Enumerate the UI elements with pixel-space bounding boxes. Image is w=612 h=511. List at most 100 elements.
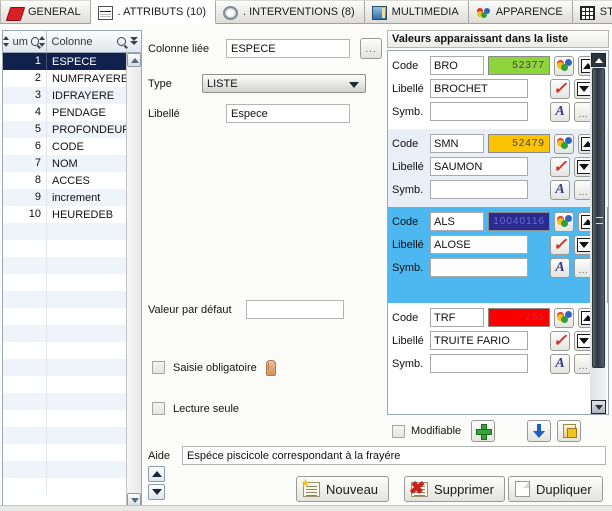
hand-pointer-icon [265, 360, 276, 376]
list-item[interactable]: 1 ESPECE [3, 53, 141, 70]
dupliquer-button[interactable]: Dupliquer [508, 476, 603, 502]
import-values-button[interactable] [527, 420, 552, 442]
type-select[interactable]: LISTE [202, 74, 366, 93]
scroll-down-icon[interactable] [591, 400, 606, 414]
gear-icon [223, 5, 238, 20]
list-item[interactable]: 6 CODE [3, 138, 141, 155]
list-item[interactable]: 8 ACCES [3, 172, 141, 189]
validate-button[interactable]: ✓ [550, 78, 570, 99]
tab-multimedia[interactable]: MULTIMEDIA [364, 0, 469, 23]
symb-label: Symb. [392, 183, 424, 196]
colonne-liee-browse-button[interactable]: ... [360, 38, 382, 59]
libelle-input[interactable] [430, 157, 528, 176]
tab-attributs[interactable]: . ATTRIBUTS (10) [90, 0, 216, 24]
previous-record-button[interactable] [148, 466, 165, 482]
column-list-scrollbar[interactable] [126, 53, 141, 507]
aide-input[interactable] [182, 446, 606, 465]
paste-values-button[interactable] [557, 420, 582, 442]
symb-input[interactable] [430, 258, 528, 277]
column-header-num[interactable]: um [3, 31, 47, 52]
lecture-seule-checkbox[interactable] [152, 402, 165, 415]
list-item[interactable]: 2 NUMFRAYERE [3, 70, 141, 87]
list-item-empty [3, 427, 141, 444]
code-input[interactable] [430, 134, 484, 153]
list-item-empty [3, 240, 141, 257]
list-item[interactable]: 7 NOM [3, 155, 141, 172]
saisie-obligatoire-checkbox[interactable] [152, 361, 165, 374]
sort-icon[interactable] [39, 36, 46, 47]
search-icon[interactable] [117, 37, 127, 46]
list-item-empty [3, 274, 141, 291]
font-button[interactable]: A [550, 101, 570, 122]
validate-button[interactable]: ✓ [550, 156, 570, 177]
list-item[interactable]: Code 52479 Libellé ✓ Symb. A … [388, 129, 608, 207]
color-chip[interactable]: 255 [488, 308, 550, 327]
plus-icon [476, 424, 493, 440]
code-label: Code [392, 59, 419, 72]
tab-attributs-label: . ATTRIBUTS (10) [117, 6, 206, 18]
sort-icon[interactable] [3, 36, 10, 47]
add-value-button[interactable] [471, 420, 496, 442]
font-button[interactable]: A [550, 257, 570, 278]
list-item[interactable]: 3 IDFRAYERE [3, 87, 141, 104]
tab-apparence[interactable]: APPARENCE [468, 0, 573, 23]
list-item[interactable]: 9 increment [3, 189, 141, 206]
valeur-defaut-input[interactable] [246, 300, 344, 319]
list-item-empty [3, 342, 141, 359]
row-name: ACCES [52, 174, 90, 187]
color-chip[interactable]: 52377 [488, 56, 550, 75]
list-item-empty [3, 478, 141, 495]
code-input[interactable] [430, 56, 484, 75]
supprimer-button[interactable]: ✖ Supprimer [404, 476, 505, 502]
libelle-input[interactable] [430, 235, 528, 254]
color-picker-button[interactable] [554, 211, 574, 232]
column-header-name[interactable]: Colonne [47, 31, 141, 52]
symb-input[interactable] [430, 180, 528, 199]
nouveau-button[interactable]: Nouveau [296, 476, 390, 502]
scroll-up-icon[interactable] [127, 53, 141, 67]
color-picker-button[interactable] [554, 133, 574, 154]
validate-button[interactable]: ✓ [550, 330, 570, 351]
code-input[interactable] [430, 212, 484, 231]
validate-button[interactable]: ✓ [550, 234, 570, 255]
color-picker-button[interactable] [554, 307, 574, 328]
list-item[interactable]: Code 52377 Libellé ✓ Symb. A … [388, 51, 608, 129]
next-record-button[interactable] [148, 484, 165, 500]
tab-structure[interactable]: STRUCTURE [572, 0, 612, 23]
row-num: 6 [3, 138, 47, 155]
colonne-liee-input[interactable] [226, 39, 350, 58]
values-list[interactable]: Code 52377 Libellé ✓ Symb. A … [387, 50, 609, 415]
dupliquer-label: Dupliquer [536, 481, 592, 497]
color-picker-button[interactable] [554, 55, 574, 76]
search-icon[interactable] [30, 37, 40, 46]
values-list-scrollbar[interactable] [590, 52, 607, 414]
list-item[interactable]: 10 HEUREDEB [3, 206, 141, 223]
libelle-input[interactable] [430, 331, 528, 350]
aide-label: Aide [148, 449, 171, 462]
scrollbar-thumb[interactable] [592, 68, 605, 368]
list-item[interactable]: 5 PROFONDEUR [3, 121, 141, 138]
code-input[interactable] [430, 308, 484, 327]
font-button[interactable]: A [550, 179, 570, 200]
libelle-input[interactable] [226, 104, 350, 123]
symb-input[interactable] [430, 102, 528, 121]
column-list-rows[interactable]: 1 ESPECE 2 NUMFRAYERE 3 IDFRAYERE 4 PEND… [3, 53, 141, 505]
arrow-down-icon [533, 424, 546, 438]
list-item[interactable]: Code 10040116 Libellé ✓ Symb. A … [388, 207, 608, 303]
font-button[interactable]: A [550, 353, 570, 374]
column-list-panel: um Colonne 1 ESPECE 2 NUMFRAYERE 3 IDFRA… [2, 30, 142, 507]
color-chip[interactable]: 10040116 [488, 212, 550, 231]
tab-interventions[interactable]: . INTERVENTIONS (8) [216, 0, 365, 23]
scroll-up-icon[interactable] [591, 53, 606, 67]
list-item[interactable]: 4 PENDAGE [3, 104, 141, 121]
list-item[interactable]: Code 255 Libellé ✓ Symb. A … [388, 303, 608, 381]
modifiable-checkbox[interactable] [392, 424, 405, 438]
libelle-input[interactable] [430, 79, 528, 98]
paste-icon [562, 424, 577, 438]
tab-interventions-label: . INTERVENTIONS (8) [243, 6, 355, 18]
new-document-icon [301, 478, 320, 497]
color-chip[interactable]: 52479 [488, 134, 550, 153]
tab-general[interactable]: GENERAL [0, 0, 91, 23]
symb-input[interactable] [430, 354, 528, 373]
chevron-down-icon[interactable] [130, 36, 139, 47]
